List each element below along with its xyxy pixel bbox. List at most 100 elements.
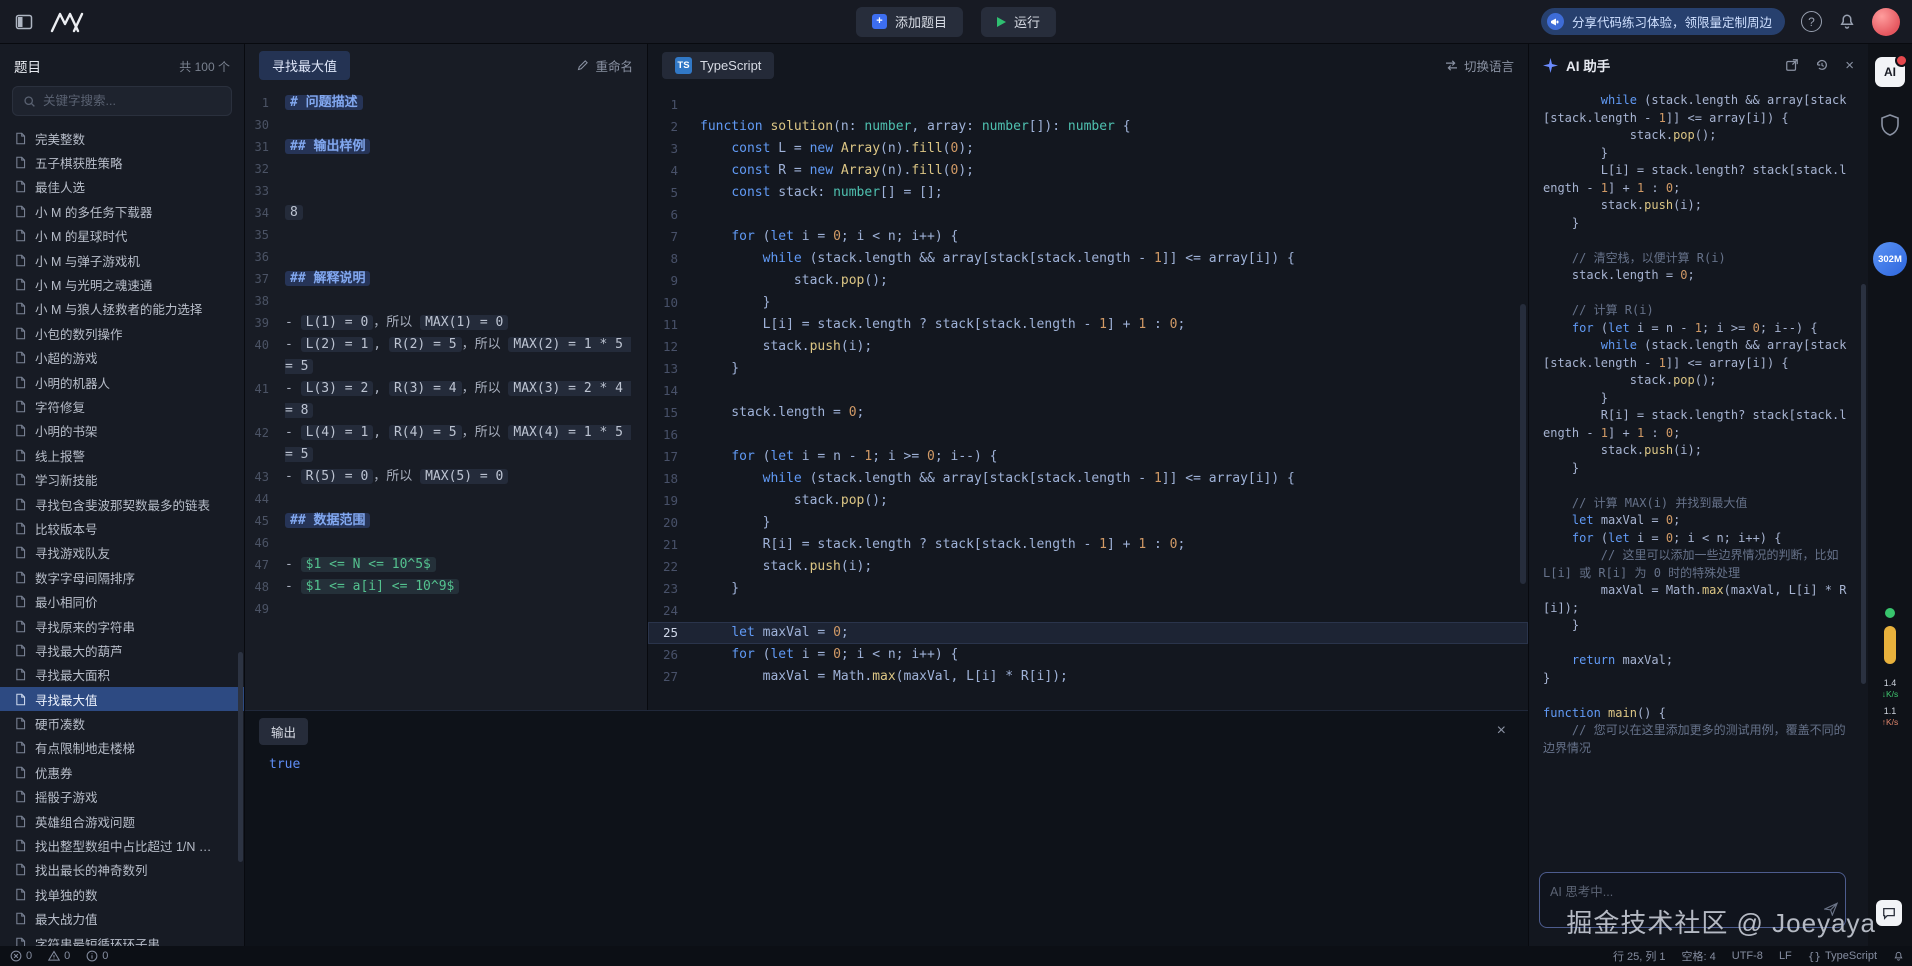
rename-button[interactable]: 重命名 [577, 56, 633, 75]
code-line[interactable]: 11 L[i] = stack.length ? stack[stack.len… [648, 314, 1528, 336]
markdown-line[interactable]: 47- $1 <= N <= 10^5$ [245, 554, 647, 576]
error-count[interactable]: 0 [10, 950, 32, 962]
sidebar-item[interactable]: 小超的游戏 [0, 346, 244, 370]
markdown-line[interactable]: 44 [245, 488, 647, 510]
sidebar-item[interactable]: 小 M 与狼人拯救者的能力选择 [0, 297, 244, 321]
code-line[interactable]: 17 for (let i = n - 1; i >= 0; i--) { [648, 446, 1528, 468]
code-line[interactable]: 14 [648, 380, 1528, 402]
markdown-line[interactable]: 46 [245, 532, 647, 554]
open-in-window-icon[interactable] [1785, 58, 1799, 72]
sidebar-item[interactable]: 比较版本号 [0, 516, 244, 540]
sidebar-item[interactable]: 最大战力值 [0, 907, 244, 931]
markdown-line[interactable]: 40- L(2) = 1, R(2) = 5，所以 MAX(2) = 1 * 5… [245, 334, 647, 378]
code-line[interactable]: 20 } [648, 512, 1528, 534]
sidebar-item[interactable]: 数字字母间隔排序 [0, 565, 244, 589]
sidebar-item[interactable]: 学习新技能 [0, 467, 244, 491]
code-line[interactable]: 25 let maxVal = 0; [648, 622, 1528, 644]
sidebar-item[interactable]: 找出最长的神奇数列 [0, 858, 244, 882]
app-logo-icon[interactable] [50, 11, 84, 33]
sidebar-item[interactable]: 找出整型数组中占比超过 1/N … [0, 833, 244, 857]
code-line[interactable]: 2function solution(n: number, array: num… [648, 116, 1528, 138]
markdown-line[interactable]: 42- L(4) = 1, R(4) = 5，所以 MAX(4) = 1 * 5… [245, 422, 647, 466]
sidebar-item[interactable]: 小 M 的星球时代 [0, 224, 244, 248]
output-tab[interactable]: 输出 [259, 718, 308, 745]
code-line[interactable]: 27 maxVal = Math.max(maxVal, L[i] * R[i]… [648, 666, 1528, 688]
typescript-tab[interactable]: TS TypeScript [662, 52, 774, 79]
sidebar-item[interactable]: 有点限制地走楼梯 [0, 736, 244, 760]
code-line[interactable]: 1 [648, 94, 1528, 116]
history-icon[interactable] [1815, 58, 1829, 72]
sidebar-item[interactable]: 小 M 的多任务下载器 [0, 199, 244, 223]
code-line[interactable]: 5 const stack: number[] = []; [648, 182, 1528, 204]
code-line[interactable]: 16 [648, 424, 1528, 446]
markdown-line[interactable]: 33 [245, 180, 647, 202]
encoding[interactable]: UTF-8 [1732, 950, 1763, 962]
sidebar-item[interactable]: 硬币凑数 [0, 711, 244, 735]
sidebar-item[interactable]: 最佳人选 [0, 175, 244, 199]
sidebar-scrollbar[interactable] [238, 652, 243, 862]
code-line[interactable]: 22 stack.push(i); [648, 556, 1528, 578]
floating-widget[interactable] [1876, 900, 1902, 926]
code-line[interactable]: 7 for (let i = 0; i < n; i++) { [648, 226, 1528, 248]
sidebar-item[interactable]: 优惠券 [0, 760, 244, 784]
sidebar-item[interactable]: 寻找最大值 [0, 687, 244, 711]
code-line[interactable]: 15 stack.length = 0; [648, 402, 1528, 424]
code-line[interactable]: 3 const L = new Array(n).fill(0); [648, 138, 1528, 160]
code-lines[interactable]: 12function solution(n: number, array: nu… [648, 86, 1528, 688]
sidebar-item[interactable]: 寻找最大面积 [0, 663, 244, 687]
markdown-line[interactable]: 39- L(1) = 0，所以 MAX(1) = 0 [245, 312, 647, 334]
sidebar-item[interactable]: 字符修复 [0, 394, 244, 418]
sidebar-item[interactable]: 找单独的数 [0, 882, 244, 906]
switch-language-button[interactable]: 切换语言 [1445, 56, 1514, 75]
sidebar-item[interactable]: 寻找游戏队友 [0, 541, 244, 565]
markdown-line[interactable]: 38 [245, 290, 647, 312]
ai-extension-badge[interactable]: AI [1875, 57, 1905, 87]
code-line[interactable]: 26 for (let i = 0; i < n; i++) { [648, 644, 1528, 666]
yellow-widget[interactable] [1884, 626, 1896, 664]
help-button[interactable]: ? [1801, 11, 1822, 32]
close-icon[interactable]: × [1497, 722, 1506, 740]
sidebar-item[interactable]: 小明的书架 [0, 419, 244, 443]
code-line[interactable]: 12 stack.push(i); [648, 336, 1528, 358]
markdown-line[interactable]: 41- L(3) = 2, R(3) = 4，所以 MAX(3) = 2 * 4… [245, 378, 647, 422]
warning-count[interactable]: 0 [48, 950, 70, 962]
markdown-line[interactable]: 48- $1 <= a[i] <= 10^9$ [245, 576, 647, 598]
markdown-line[interactable]: 30 [245, 114, 647, 136]
sidebar-item[interactable]: 摇骰子游戏 [0, 785, 244, 809]
sidebar-item[interactable]: 小明的机器人 [0, 370, 244, 394]
sidebar-item[interactable]: 小 M 与弹子游戏机 [0, 248, 244, 272]
sidebar-item[interactable]: 五子棋获胜策略 [0, 150, 244, 174]
code-line[interactable]: 4 const R = new Array(n).fill(0); [648, 160, 1528, 182]
sidebar-item[interactable]: 完美整数 [0, 126, 244, 150]
run-button[interactable]: 运行 [981, 7, 1056, 37]
markdown-line[interactable]: 32 [245, 158, 647, 180]
ai-content[interactable]: while (stack.length && array[stack[stack… [1529, 88, 1858, 830]
sidebar-item[interactable]: 字符串最短循环环子串 [0, 931, 244, 946]
indent-setting[interactable]: 空格: 4 [1682, 948, 1716, 964]
language-mode[interactable]: {} TypeScript [1808, 950, 1877, 963]
markdown-line[interactable]: 45## 数据范围 [245, 510, 647, 532]
sidebar-toggle-icon[interactable] [14, 12, 34, 32]
eol-setting[interactable]: LF [1779, 950, 1792, 962]
markdown-line[interactable]: 1# 问题描述 [245, 92, 647, 114]
search-input[interactable] [43, 94, 221, 108]
promo-badge[interactable]: 分享代码练习体验，领限量定制周边 [1541, 8, 1785, 35]
markdown-tab[interactable]: 寻找最大值 [259, 51, 350, 80]
ai-scrollbar[interactable] [1861, 284, 1866, 684]
close-icon[interactable]: × [1845, 57, 1854, 74]
markdown-line[interactable]: 36 [245, 246, 647, 268]
markdown-line[interactable]: 31## 输出样例 [245, 136, 647, 158]
code-line[interactable]: 9 stack.pop(); [648, 270, 1528, 292]
cursor-position[interactable]: 行 25, 列 1 [1613, 948, 1666, 964]
extension-302m-badge[interactable]: 302M [1873, 242, 1907, 276]
add-problem-button[interactable]: + 添加题目 [856, 7, 963, 37]
code-line[interactable]: 8 while (stack.length && array[stack[sta… [648, 248, 1528, 270]
code-line[interactable]: 10 } [648, 292, 1528, 314]
code-scrollbar[interactable] [1520, 304, 1526, 584]
sidebar-item[interactable]: 线上报警 [0, 443, 244, 467]
markdown-line[interactable]: 37## 解释说明 [245, 268, 647, 290]
sidebar-item[interactable]: 寻找包含斐波那契数最多的链表 [0, 492, 244, 516]
markdown-line[interactable]: 43- R(5) = 0，所以 MAX(5) = 0 [245, 466, 647, 488]
code-line[interactable]: 13 } [648, 358, 1528, 380]
sidebar-item[interactable]: 最小相同价 [0, 589, 244, 613]
